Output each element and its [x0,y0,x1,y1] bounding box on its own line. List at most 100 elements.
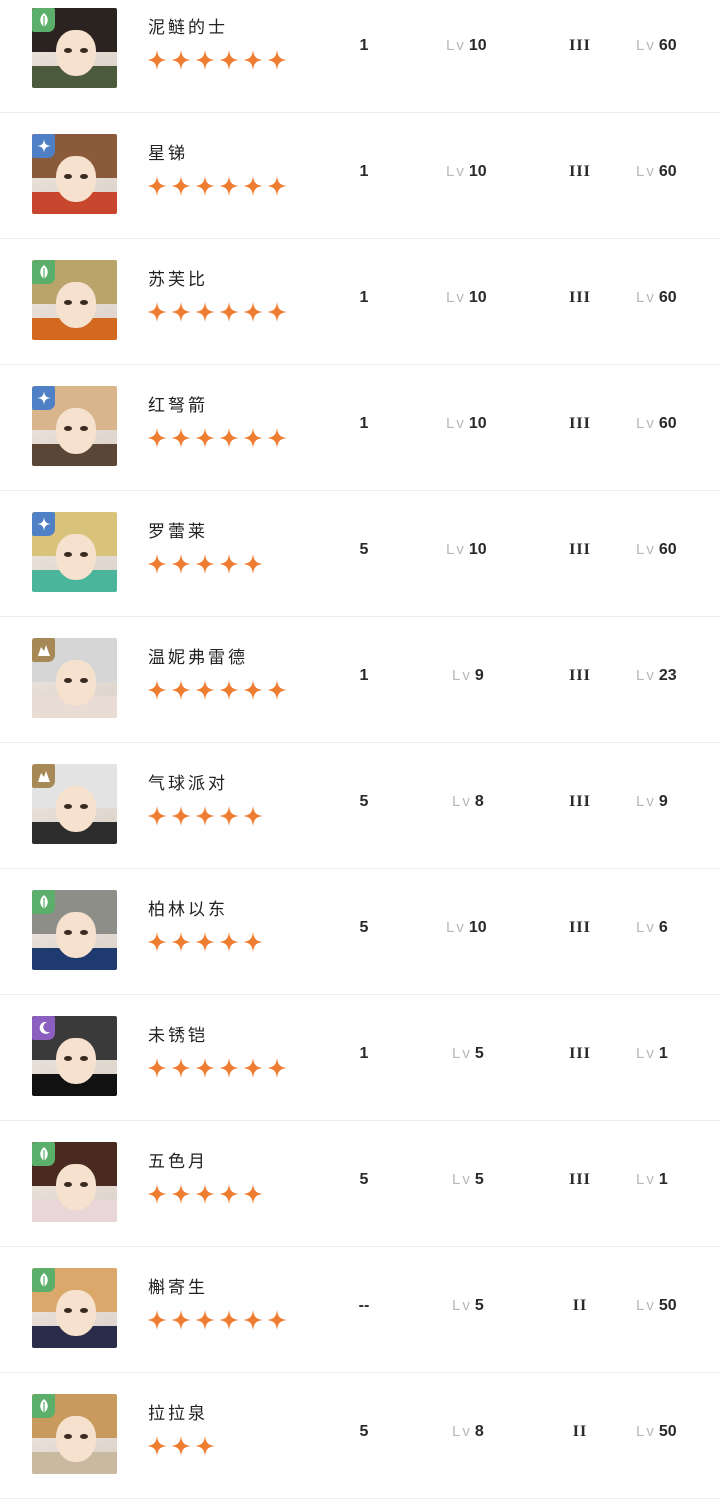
star-element-icon [32,134,55,158]
star-icon [195,680,215,700]
star-icon [243,932,263,952]
character-row[interactable]: 泥鲢的士 1 Lv 10 III Lv 60 [0,0,720,113]
character-level: Lv 8 [452,793,484,811]
resonance-level: Lv 23 [636,667,677,685]
star-icon [195,806,215,826]
portrait-eye [80,48,88,53]
character-row[interactable]: 五色月 5 Lv 5 III Lv 1 [0,1121,720,1247]
level-value: 10 [468,163,487,180]
portrait-face [56,660,96,706]
star-rating [146,931,264,953]
star-icon [267,1310,287,1330]
star-icon [243,1184,263,1204]
portrait-eye [64,1182,72,1187]
character-row[interactable]: 星锑 1 Lv 10 III Lv 60 [0,113,720,239]
star-rating [146,1183,264,1205]
character-row[interactable]: 红弩箭 1 Lv 10 III Lv 60 [0,365,720,491]
star-icon [219,554,239,574]
character-level: Lv 10 [446,415,487,433]
resonance-level: Lv 60 [636,163,677,181]
character-row[interactable]: 温妮弗雷德 1 Lv 9 III Lv 23 [0,617,720,743]
resonance-level: Lv 60 [636,415,677,433]
star-icon [243,428,263,448]
star-icon [147,806,167,826]
star-icon [267,1058,287,1078]
character-portrait [32,638,117,718]
portrait-eye [64,48,72,53]
rank-value: III [569,415,591,432]
star-icon [147,1184,167,1204]
level-prefix: Lv [636,541,656,558]
character-name: 柏林以东 [148,900,228,920]
duplicate-count-value: 1 [359,667,369,684]
leaf-icon [32,260,55,284]
portrait-face [56,1164,96,1210]
star-rating [146,427,288,449]
star-icon [219,806,239,826]
level-prefix: Lv [452,1423,472,1440]
character-row[interactable]: 气球派对 5 Lv 8 III Lv 9 [0,743,720,869]
portrait-eye [64,1434,72,1439]
portrait-face [56,1038,96,1084]
portrait-eye [64,1056,72,1061]
duplicate-count-value: 1 [359,37,369,54]
portrait-eye [80,930,88,935]
star-icon [171,50,191,70]
portrait-eye [80,1056,88,1061]
star-rating [146,679,288,701]
duplicate-count-value: -- [358,1297,370,1314]
resonance-level-value: 60 [658,289,677,306]
character-name: 泥鲢的士 [148,18,228,38]
character-portrait [32,386,117,466]
portrait-face [56,1290,96,1336]
level-prefix: Lv [452,793,472,810]
level-prefix: Lv [452,667,472,684]
star-icon [243,50,263,70]
character-row[interactable]: 苏芙比 1 Lv 10 III Lv 60 [0,239,720,365]
character-row[interactable]: 拉拉泉 5 Lv 8 II Lv 50 [0,1373,720,1499]
star-icon [171,806,191,826]
level-value: 10 [468,541,487,558]
resonance-level-value: 23 [658,667,677,684]
portrait-face [56,912,96,958]
character-portrait [32,890,117,970]
star-icon [147,428,167,448]
star-icon [243,806,263,826]
resonance-level-value: 50 [658,1423,677,1440]
star-icon [219,932,239,952]
level-prefix: Lv [446,289,466,306]
portrait-eye [64,930,72,935]
star-icon [147,1310,167,1330]
duplicate-count-value: 1 [359,415,369,432]
character-level: Lv 5 [452,1297,484,1315]
character-row[interactable]: 未锈铠 1 Lv 5 III Lv 1 [0,995,720,1121]
resonance-level-value: 60 [658,541,677,558]
duplicate-count-value: 1 [359,289,369,306]
character-portrait [32,1142,117,1222]
character-row[interactable]: 罗蕾莱 5 Lv 10 III Lv 60 [0,491,720,617]
rank-value: III [569,541,591,558]
star-icon [171,1436,191,1456]
star-icon [195,1310,215,1330]
level-prefix: Lv [636,415,656,432]
portrait-eye [64,804,72,809]
character-level: Lv 5 [452,1045,484,1063]
portrait-eye [64,1308,72,1313]
star-icon [219,680,239,700]
rank-value: III [569,919,591,936]
character-name: 罗蕾莱 [148,522,208,542]
level-value: 8 [474,1423,484,1440]
rank-value: III [569,37,591,54]
character-portrait [32,512,117,592]
star-rating [146,553,264,575]
rank-value: II [572,1423,588,1440]
character-row[interactable]: 槲寄生 -- Lv 5 II Lv 50 [0,1247,720,1373]
star-icon [267,50,287,70]
character-row[interactable]: 柏林以东 5 Lv 10 III Lv 6 [0,869,720,995]
star-icon [147,176,167,196]
star-element-icon [32,386,55,410]
resonance-level-value: 6 [658,919,668,936]
portrait-eye [64,300,72,305]
star-icon [147,554,167,574]
star-icon [219,176,239,196]
